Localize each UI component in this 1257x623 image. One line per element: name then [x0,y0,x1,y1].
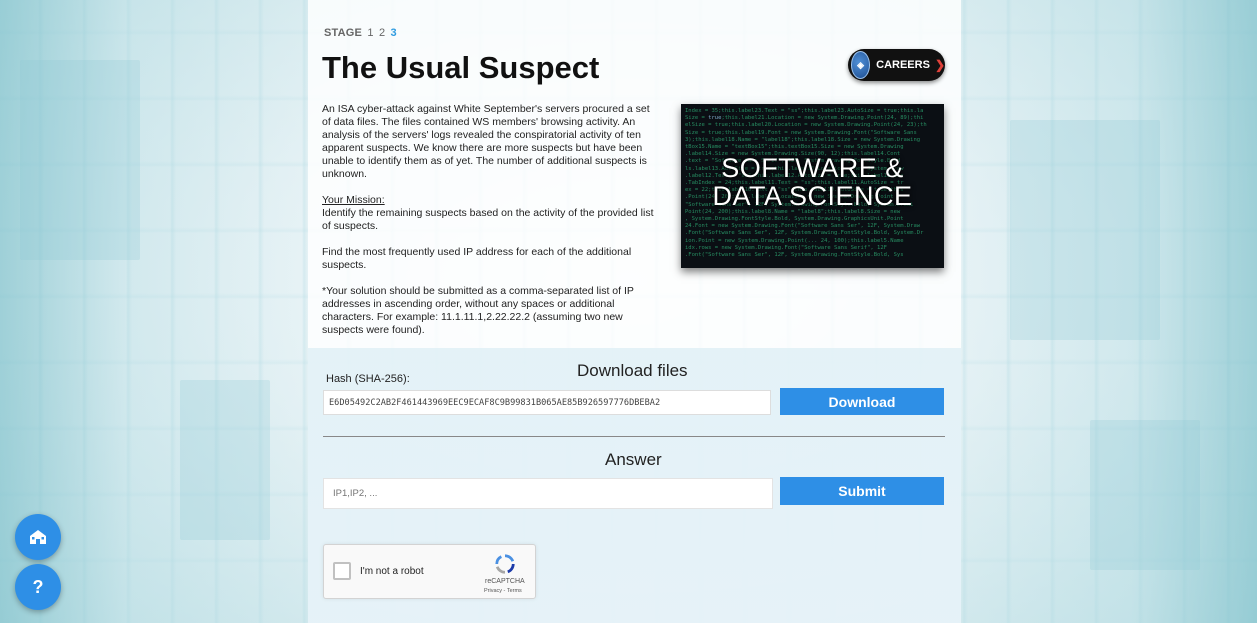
page-title: The Usual Suspect [322,50,600,85]
background-decoration [1010,120,1160,340]
format-text: *Your solution should be submitted as a … [322,285,634,336]
background-decoration [180,380,270,540]
background-decoration [20,60,140,260]
stage-step-1[interactable]: 1 [367,27,373,39]
organization-logo-icon: ◈ [851,51,871,79]
recaptcha-checkbox[interactable] [333,562,351,580]
banner-title-line-1: SOFTWARE & [721,153,904,183]
stage-step-3[interactable]: 3 [391,27,397,39]
stage-label: STAGE [324,27,363,39]
task-text: Find the most frequently used IP address… [322,246,632,271]
mission-section: Your Mission: Identify the remaining sus… [322,194,656,233]
answer-input[interactable] [323,478,773,509]
section-divider [323,436,945,437]
recaptcha-brand: reCAPTCHA [485,578,525,585]
recaptcha-logo-icon [495,554,515,574]
submit-button[interactable]: Submit [780,477,944,505]
challenge-description: An ISA cyber-attack against White Septem… [322,103,656,350]
mission-heading: Your Mission: [322,194,385,206]
software-data-science-banner: Index = 35;this.label23.Text = "ss";this… [681,104,944,268]
intro-text: An ISA cyber-attack against White Septem… [322,103,650,180]
background-decoration [1090,420,1200,570]
mission-text: Identify the remaining suspects based on… [322,207,654,232]
hash-field[interactable]: E6D05492C2AB2F461443969EEC9ECAF8C9B99831… [323,390,771,415]
help-button[interactable]: ? [15,564,61,610]
chevron-right-icon: ❯ [934,58,945,72]
stage-step-2[interactable]: 2 [379,27,385,39]
recaptcha-widget: I'm not a robot reCAPTCHA Privacy - Term… [323,544,536,599]
help-icon: ? [32,576,44,597]
hash-label: Hash (SHA-256): [326,373,410,385]
download-heading: Download files [577,361,688,380]
recaptcha-links[interactable]: Privacy - Terms [484,588,522,594]
banner-title-line-2: DATA SCIENCE [712,181,913,211]
download-button[interactable]: Download [780,388,944,415]
banner-title: SOFTWARE & DATA SCIENCE [681,154,944,210]
careers-button[interactable]: ◈ CAREERS ❯ [848,49,945,81]
home-icon [30,530,46,544]
home-button[interactable] [15,514,61,560]
careers-label: CAREERS [876,59,930,71]
recaptcha-label: I'm not a robot [360,566,424,577]
stage-indicator: STAGE 1 2 3 [324,27,397,39]
answer-heading: Answer [605,450,662,469]
